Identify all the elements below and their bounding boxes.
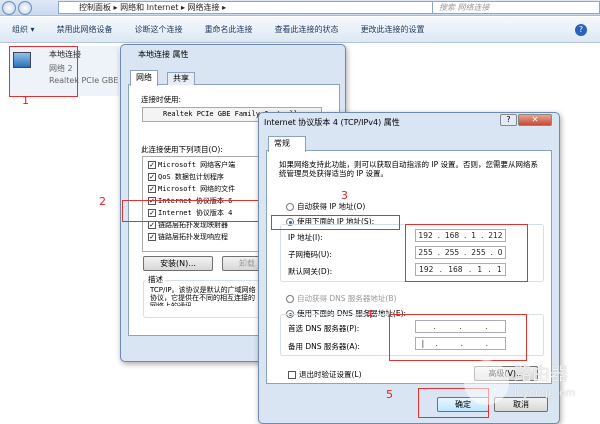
validate-checkbox[interactable]: 退出时验证设置(L)	[288, 369, 362, 380]
item-label: Microsoft 网络的文件	[158, 184, 236, 193]
dns2-label: 备用 DNS 服务器(A):	[288, 342, 360, 351]
radio-label: 自动获得 DNS 服务器地址(B)	[297, 294, 397, 303]
annotation-box-ip	[405, 224, 528, 282]
change-settings-button[interactable]: 更改此连接的设置	[361, 24, 425, 35]
annotation-box-4	[389, 314, 527, 361]
checkbox[interactable]: ✓	[148, 184, 156, 193]
annotation-box-1	[9, 46, 78, 97]
mask-label: 子网掩码(U):	[288, 250, 332, 259]
item-label: Microsoft 网络客户端	[158, 160, 236, 169]
connect-using-label: 连接时使用:	[141, 95, 182, 104]
dialog-title: 本地连接 属性	[138, 50, 189, 59]
checkbox-label: 退出时验证设置(L)	[299, 370, 362, 379]
checkbox[interactable]: ✓	[148, 172, 156, 181]
annotation-box-2	[122, 200, 262, 222]
tab-general[interactable]: 常规	[268, 136, 306, 152]
search-input[interactable]: 搜索 网络连接	[432, 1, 600, 14]
close-button[interactable]: ✕	[518, 114, 552, 126]
checkbox[interactable]: ✓	[148, 232, 156, 241]
cancel-button[interactable]: 取消	[494, 397, 548, 412]
auto-dns-radio[interactable]: 自动获得 DNS 服务器地址(B)	[286, 293, 396, 304]
watermark-url: luyouqi.com	[514, 388, 576, 399]
watermark-logo-icon	[464, 360, 509, 405]
list-item[interactable]: ✓ Microsoft 网络的文件	[148, 183, 235, 194]
ip-label: IP 地址(I):	[288, 233, 323, 242]
radio-label: 自动获得 IP 地址(O)	[297, 202, 366, 211]
description-label: 描述	[146, 274, 165, 285]
list-item[interactable]: ✓ QoS 数据包计划程序	[148, 171, 224, 182]
help-icon[interactable]: ?	[575, 24, 587, 36]
tab-network[interactable]: 网络	[130, 70, 158, 86]
breadcrumb-item[interactable]: 控制面板	[79, 3, 111, 12]
disable-device-button[interactable]: 禁用此网络设备	[57, 24, 113, 35]
item-label: 链路层拓扑发现响应程	[158, 232, 228, 241]
item-label: QoS 数据包计划程序	[158, 172, 224, 181]
breadcrumb-item[interactable]: 网络和 Internet	[120, 3, 178, 12]
diagnose-button[interactable]: 诊断这个连接	[135, 24, 183, 35]
annotation-label-3: 3	[341, 189, 348, 202]
gateway-label: 默认网关(D):	[288, 267, 333, 276]
command-toolbar: 组织 ▾ 禁用此网络设备 诊断这个连接 重命名此连接 查看此连接的状态 更改此连…	[0, 17, 600, 43]
install-button[interactable]: 安装(N)...	[143, 256, 213, 271]
watermark-text: 路由器	[514, 364, 568, 385]
help-button[interactable]: ?	[500, 114, 517, 126]
rename-button[interactable]: 重命名此连接	[205, 24, 253, 35]
annotation-label-5: 5	[386, 388, 393, 401]
breadcrumb[interactable]: 控制面板 ▸ 网络和 Internet ▸ 网络连接 ▸	[58, 1, 488, 14]
forward-button[interactable]	[18, 1, 32, 15]
annotation-label-4: 4	[366, 308, 373, 321]
tab-sharing[interactable]: 共享	[167, 72, 195, 85]
breadcrumb-item[interactable]: 网络连接	[188, 3, 220, 12]
annotation-label-2: 2	[99, 195, 106, 208]
back-button[interactable]	[2, 1, 16, 15]
organize-button[interactable]: 组织 ▾	[12, 24, 35, 35]
annotation-label-1: 1	[22, 94, 29, 107]
items-label: 此连接使用下列项目(O):	[141, 145, 223, 154]
intro-text: 如果网络支持此功能，则可以获取自动指派的 IP 设置。否则，您需要从网络系统管理…	[279, 160, 539, 178]
list-item[interactable]: ✓ 链路层拓扑发现响应程	[148, 231, 228, 242]
annotation-box-3	[271, 215, 400, 230]
dialog-title: Internet 协议版本 4 (TCP/IPv4) 属性	[264, 118, 400, 127]
address-bar: 控制面板 ▸ 网络和 Internet ▸ 网络连接 ▸ 搜索 网络连接	[0, 0, 600, 16]
checkbox[interactable]: ✓	[148, 160, 156, 169]
description-text: TCP/IP。该协议是默认的广域网络协议，它提供在不同的相互连接的网络上的通讯。	[150, 286, 256, 306]
dns1-label: 首选 DNS 服务器(P):	[288, 324, 360, 333]
auto-ip-radio[interactable]: 自动获得 IP 地址(O)	[286, 201, 365, 212]
view-status-button[interactable]: 查看此连接的状态	[275, 24, 339, 35]
list-item[interactable]: ✓ Microsoft 网络客户端	[148, 159, 235, 170]
